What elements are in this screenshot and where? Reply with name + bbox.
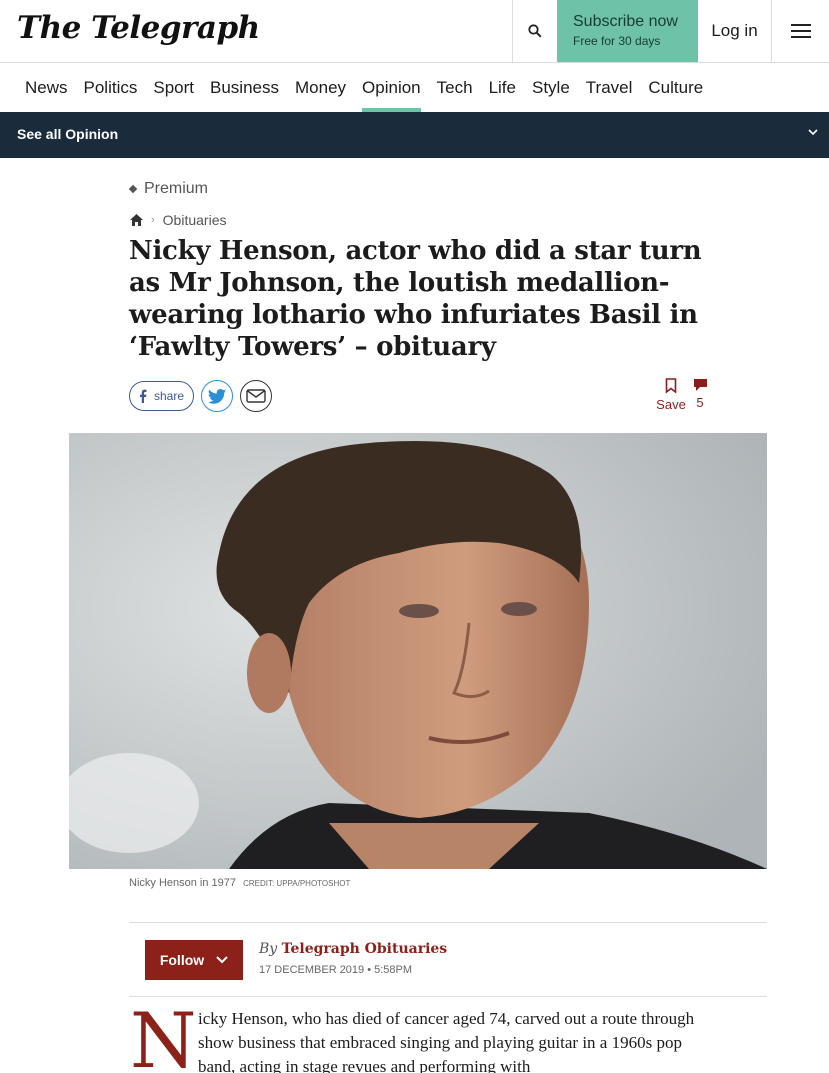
nav-item-sport[interactable]: Sport (153, 63, 194, 112)
twitter-icon (208, 388, 226, 404)
comments-button[interactable]: 5 (690, 378, 710, 410)
article-photo (69, 433, 767, 869)
share-label: share (154, 389, 185, 403)
drop-cap: N (130, 996, 197, 1073)
home-icon[interactable] (130, 214, 143, 226)
divider (129, 922, 767, 923)
nav-item-money[interactable]: Money (295, 63, 346, 112)
nav-item-tech[interactable]: Tech (437, 63, 473, 112)
publish-date: 17 DECEMBER 2019 • 5:58PM (259, 964, 413, 976)
nav-item-culture[interactable]: Culture (648, 63, 703, 112)
hamburger-icon (790, 24, 811, 38)
facebook-icon (140, 389, 147, 403)
byline: By Telegraph Obituaries (259, 941, 447, 957)
facebook-share-button[interactable]: share (129, 381, 194, 411)
subscribe-button[interactable]: Subscribe now Free for 30 days (557, 0, 698, 62)
comment-count: 5 (696, 395, 704, 410)
breadcrumb-obituaries[interactable]: Obituaries (163, 212, 227, 228)
chevron-down-icon (216, 956, 228, 964)
photo-credit: CREDIT: UPPA/PHOTOSHOT (243, 879, 351, 888)
see-all-opinion-label: See all Opinion (17, 126, 119, 142)
breadcrumb: › Obituaries (130, 212, 226, 228)
nav-item-life[interactable]: Life (489, 63, 516, 112)
nav-item-travel[interactable]: Travel (586, 63, 633, 112)
login-link[interactable]: Log in (698, 0, 771, 62)
chevron-down-icon (808, 129, 818, 136)
nav-item-news[interactable]: News (25, 63, 68, 112)
search-icon (528, 24, 542, 38)
follow-button[interactable]: Follow (145, 940, 243, 980)
envelope-icon (246, 389, 266, 403)
subscribe-label: Subscribe now (573, 13, 678, 30)
divider (129, 996, 767, 997)
author-link[interactable]: Telegraph Obituaries (282, 941, 448, 957)
follow-label: Follow (159, 952, 205, 968)
nav-item-style[interactable]: Style (532, 63, 570, 112)
section-subnav[interactable]: See all Opinion (0, 112, 829, 158)
subscribe-sublabel: Free for 30 days (573, 34, 661, 48)
portrait-image (69, 433, 767, 869)
comment-icon (693, 379, 707, 391)
breadcrumb-separator: › (151, 214, 155, 226)
byline-prefix: By (259, 941, 278, 957)
site-header: The Telegraph Subscribe now Free for 30 … (0, 0, 829, 63)
diamond-icon (128, 184, 138, 194)
site-logo[interactable]: The Telegraph (17, 10, 260, 46)
menu-button[interactable] (771, 0, 829, 62)
premium-label: Premium (144, 180, 209, 197)
nav-item-politics[interactable]: Politics (84, 63, 138, 112)
article-headline: Nicky Henson, actor who did a star turn … (129, 236, 702, 362)
bookmark-icon (665, 378, 677, 394)
email-share-button[interactable] (240, 380, 272, 412)
article-body: icky Henson, who has died of cancer aged… (198, 1009, 695, 1073)
nav-item-opinion[interactable]: Opinion (362, 63, 421, 112)
main-nav: News Politics Sport Business Money Opini… (0, 63, 829, 112)
twitter-share-button[interactable] (201, 380, 233, 412)
save-label: Save (656, 397, 686, 412)
photo-caption: Nicky Henson in 1977 CREDIT: UPPA/PHOTOS… (129, 877, 350, 889)
save-button[interactable]: Save (656, 378, 686, 412)
premium-badge: Premium (128, 180, 209, 198)
nav-item-business[interactable]: Business (210, 63, 279, 112)
search-button[interactable] (512, 0, 557, 62)
caption-text: Nicky Henson in 1977 (129, 877, 237, 889)
